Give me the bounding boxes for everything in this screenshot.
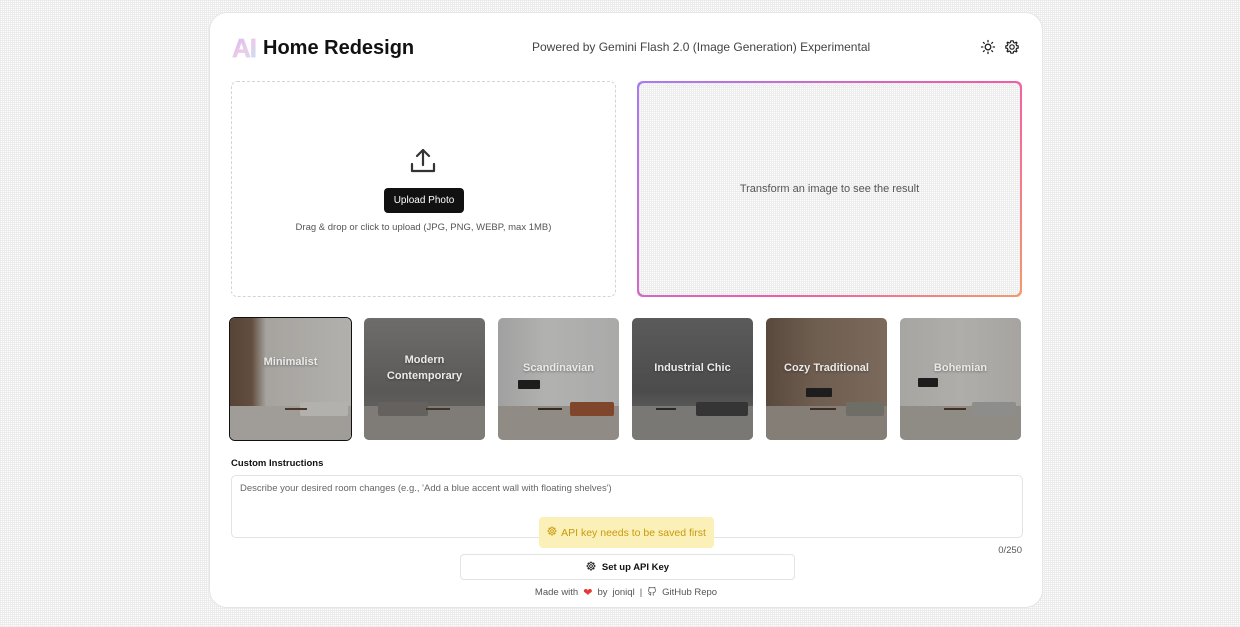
style-picker: Minimalist Modern Contemporary Scandinav…: [229, 317, 1024, 441]
github-icon: [647, 586, 657, 599]
footer-separator: |: [639, 587, 643, 598]
result-panel: Transform an image to see the result: [637, 81, 1022, 297]
logo: AI Home Redesign: [232, 33, 414, 64]
custom-instructions-label: Custom Instructions: [231, 458, 324, 469]
api-key-warning: API key needs to be saved first: [539, 517, 714, 548]
upload-dropzone[interactable]: Upload Photo Drag & drop or click to upl…: [231, 81, 616, 297]
character-count: 0/250: [998, 545, 1022, 556]
setup-api-key-label: Set up API Key: [601, 561, 670, 573]
style-tile-cozy-traditional[interactable]: Cozy Traditional: [766, 318, 887, 440]
powered-by-text: Powered by Gemini Flash 2.0 (Image Gener…: [532, 40, 871, 54]
main-card: AI Home Redesign Powered by Gemini Flash…: [209, 12, 1043, 608]
footer-by: by: [597, 587, 608, 598]
gear-icon: [547, 526, 557, 539]
result-placeholder: Transform an image to see the result: [739, 183, 920, 195]
gear-icon: [586, 561, 596, 574]
upload-hint: Drag & drop or click to upload (JPG, PNG…: [295, 222, 552, 233]
setup-api-key-button[interactable]: Set up API Key: [460, 554, 795, 580]
heart-icon: ❤: [583, 587, 593, 599]
style-label: Cozy Traditional: [784, 362, 869, 374]
footer: Made with ❤ by joniql | GitHub Repo: [210, 586, 1042, 599]
footer-made-with: Made with: [534, 587, 579, 598]
style-tile-industrial-chic[interactable]: Industrial Chic: [632, 318, 753, 440]
github-repo-link[interactable]: GitHub Repo: [662, 587, 717, 598]
theme-toggle-sun-icon[interactable]: [980, 39, 996, 55]
style-tile-bohemian[interactable]: Bohemian: [900, 318, 1021, 440]
style-tile-scandinavian[interactable]: Scandinavian: [498, 318, 619, 440]
header: AI Home Redesign Powered by Gemini Flash…: [232, 33, 1020, 64]
style-tile-modern-contemporary[interactable]: Modern Contemporary: [364, 318, 485, 440]
style-label: Minimalist: [263, 356, 318, 368]
settings-gear-icon[interactable]: [1004, 39, 1020, 55]
app-title: Home Redesign: [263, 37, 415, 59]
upload-photo-button[interactable]: Upload Photo: [384, 188, 464, 213]
style-tile-minimalist[interactable]: Minimalist: [229, 317, 352, 441]
api-key-warning-text: API key needs to be saved first: [561, 526, 706, 539]
author-link[interactable]: joniql: [613, 587, 635, 598]
style-label: Bohemian: [933, 362, 988, 374]
style-label: Industrial Chic: [654, 362, 731, 374]
style-label: Scandinavian: [523, 362, 594, 374]
style-label: Modern Contemporary: [386, 354, 463, 382]
logo-mark: AI: [232, 33, 257, 63]
upload-icon: [408, 146, 438, 176]
